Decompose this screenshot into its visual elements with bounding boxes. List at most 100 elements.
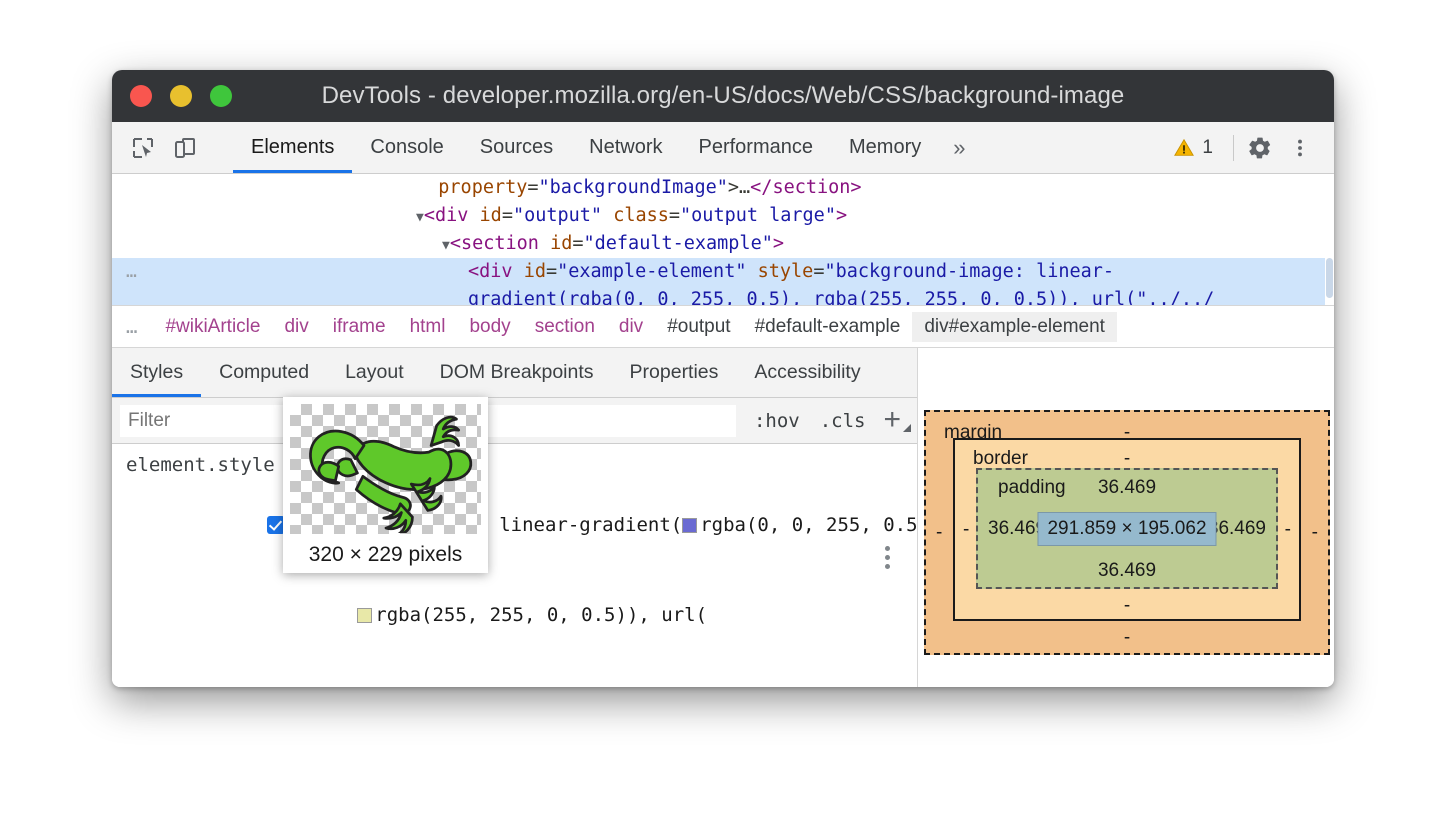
lizard-image [296,407,476,533]
border-left-value[interactable]: - [963,519,969,541]
css-rule-element-style: element.style { background-image: linear… [112,444,917,687]
breadcrumb-item[interactable]: div#example-element [912,312,1117,342]
minimize-window-button[interactable] [170,85,192,107]
traffic-lights [112,85,232,107]
breadcrumb-item[interactable]: div [272,312,320,342]
tab-layout[interactable]: Layout [327,348,422,397]
dom-row-content: ▼<section id="default-example"> [124,233,784,254]
tab-performance[interactable]: Performance [681,122,832,173]
tab-accessibility[interactable]: Accessibility [736,348,878,397]
tab-sources[interactable]: Sources [462,122,571,173]
property-value-rgba1[interactable]: rgba(0, 0, 255, 0.5), [700,514,917,536]
styles-pane: Styles Computed Layout DOM Breakpoints P… [112,348,918,687]
dom-tree-row[interactable]: ▼<div id="output" class="output large"> [112,202,1334,230]
new-style-rule-button[interactable]: + [875,407,917,434]
padding-bottom-value[interactable]: 36.469 [1098,560,1156,582]
styles-sidebar-tabs: Styles Computed Layout DOM Breakpoints P… [112,348,917,398]
box-model-diagram: margin - - - - border - - - - padding 36… [924,410,1330,655]
margin-right-value[interactable]: - [1312,522,1318,544]
warning-badge[interactable]: 1 [1159,137,1227,159]
box-model-pane: margin - - - - border - - - - padding 36… [918,348,1334,687]
toggle-class-button[interactable]: .cls [810,410,876,432]
breadcrumb-item[interactable]: section [523,312,607,342]
rule-selector[interactable]: element.style { [112,450,917,480]
breadcrumb-items: #wikiArticlediviframehtmlbodysectiondiv#… [153,312,1117,342]
tab-properties[interactable]: Properties [612,348,737,397]
border-bottom-value[interactable]: - [1124,595,1130,617]
breadcrumb-overflow-icon[interactable]: … [126,316,139,338]
declaration-value-line2: rgba(255, 255, 0, 0.5)), url( [112,570,917,660]
color-swatch-blue[interactable] [682,518,697,533]
dom-row-content: <div id="example-element" style="backgro… [124,261,1114,282]
tab-elements[interactable]: Elements [233,122,352,173]
zoom-window-button[interactable] [210,85,232,107]
breadcrumb-item[interactable]: iframe [321,312,398,342]
image-preview-caption: 320 × 229 pixels [290,534,481,576]
warning-icon [1173,137,1195,159]
margin-left-value[interactable]: - [936,522,942,544]
dom-row-content: ▼<div id="output" class="output large"> [124,205,847,226]
more-tabs-button[interactable]: » [939,122,979,173]
styles-filter-bar: :hov .cls + [112,398,917,444]
dom-tree-row[interactable]: ▼<section id="default-example"> [112,230,1334,258]
dom-tree-row[interactable]: …<div id="example-element" style="backgr… [112,258,1334,286]
breadcrumb-item[interactable]: body [457,312,522,342]
tab-computed[interactable]: Computed [201,348,327,397]
breadcrumb: … #wikiArticlediviframehtmlbodysectiondi… [112,306,1334,348]
tab-memory[interactable]: Memory [831,122,939,173]
plus-icon: + [883,403,901,436]
inspect-tools-group [112,122,233,173]
window-title-bar: DevTools - developer.mozilla.org/en-US/d… [112,70,1334,122]
box-model-padding[interactable]: padding 36.469 36.469 36.469 36.469 291.… [976,468,1278,589]
kebab-menu-icon[interactable] [1280,128,1320,168]
tab-console[interactable]: Console [352,122,461,173]
transparency-checkerboard [290,404,481,534]
dom-tree-row[interactable]: property="backgroundImage">…</section> [112,174,1334,202]
dom-tree-rows: property="backgroundImage">…</section> ▼<… [112,174,1334,306]
breadcrumb-item[interactable]: #output [655,312,742,342]
tab-network[interactable]: Network [571,122,680,173]
close-window-button[interactable] [130,85,152,107]
inspect-element-icon[interactable] [128,133,158,163]
dom-tree-scrollbar[interactable] [1325,174,1334,305]
dom-tree-panel[interactable]: property="backgroundImage">…</section> ▼<… [112,174,1334,306]
css-rules-list: element.style { background-image: linear… [112,444,917,687]
tab-styles[interactable]: Styles [112,348,201,397]
toolbar-right-group: 1 [1159,122,1334,173]
margin-bottom-value[interactable]: - [1124,627,1130,649]
gear-icon[interactable] [1240,128,1280,168]
color-swatch-yellow[interactable] [357,608,372,623]
border-top-value[interactable]: - [1124,448,1130,470]
box-model-content-size[interactable]: 291.859 × 195.062 [1037,512,1216,546]
panel-tabs: Elements Console Sources Network Perform… [233,122,979,173]
toggle-hover-state-button[interactable]: :hov [744,410,810,432]
border-right-value[interactable]: - [1285,519,1291,541]
padding-top-value[interactable]: 36.469 [1098,477,1156,499]
declaration-value-line3: ../../media/examples/lizard.png); [112,660,917,687]
declaration-background-image: background-image: linear-gradient(rgba(0… [112,480,917,570]
dom-tree-row[interactable]: gradient(rgba(0, 0, 255, 0.5), rgba(255,… [112,286,1334,306]
breadcrumb-item[interactable]: #wikiArticle [153,312,272,342]
rule-options-kebab-icon[interactable] [885,542,891,573]
devtools-tab-bar: Elements Console Sources Network Perform… [112,122,1334,174]
window-title: DevTools - developer.mozilla.org/en-US/d… [112,82,1334,110]
breadcrumb-item[interactable]: div [607,312,655,342]
tab-dom-breakpoints[interactable]: DOM Breakpoints [422,348,612,397]
breadcrumb-item[interactable]: html [398,312,458,342]
property-value-part1[interactable]: : linear-gradient( [476,514,682,536]
toolbar-divider-right [1233,135,1234,161]
chevron-down-icon [903,424,911,432]
dom-tree-scroll-thumb[interactable] [1326,258,1333,298]
dom-row-content: property="backgroundImage">…</section> [124,177,862,198]
device-toolbar-icon[interactable] [170,133,200,163]
property-value-rgba2[interactable]: rgba(255, 255, 0, 0.5)), url( [375,604,707,626]
dom-row-overflow-icon[interactable]: … [126,258,139,286]
devtools-window: DevTools - developer.mozilla.org/en-US/d… [112,70,1334,687]
breadcrumb-item[interactable]: #default-example [743,312,913,342]
padding-label: padding [998,477,1066,499]
padding-right-value[interactable]: 36.469 [1208,518,1266,540]
border-label: border [973,448,1028,470]
image-preview-tooltip: 320 × 229 pixels [283,397,488,573]
warning-count: 1 [1202,137,1213,159]
dom-row-content: gradient(rgba(0, 0, 255, 0.5), rgba(255,… [124,289,1214,306]
